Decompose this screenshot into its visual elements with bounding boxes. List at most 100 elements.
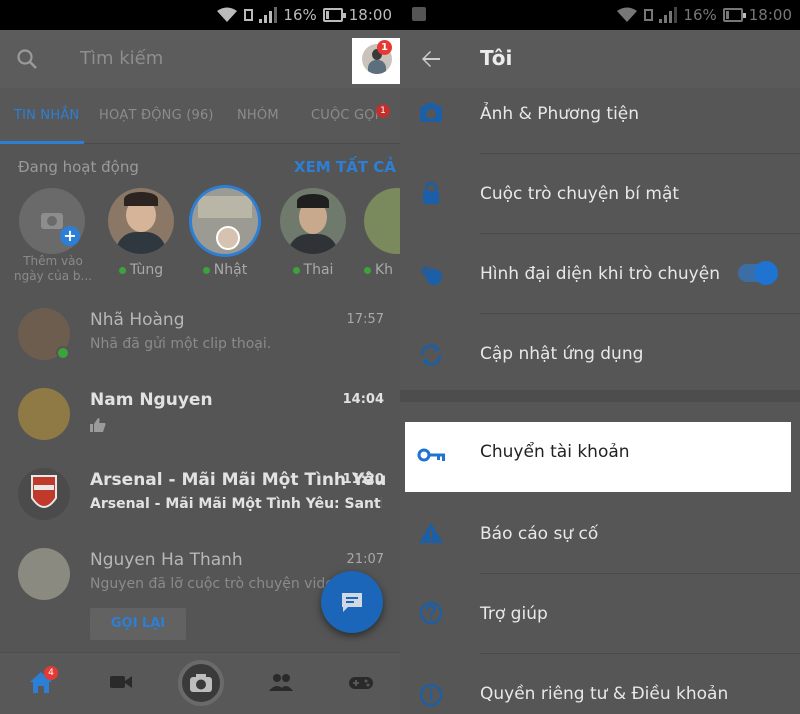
- info-icon: [419, 683, 443, 707]
- warning-icon: [419, 523, 443, 543]
- menu-item-report-problem[interactable]: Báo cáo sự cố: [400, 502, 800, 582]
- section-gap: [400, 390, 800, 402]
- gallery-notification-icon: [412, 7, 426, 21]
- conversation-time: 11:20: [342, 472, 384, 487]
- divider: [480, 153, 800, 154]
- menu-item-photos-media[interactable]: Ảnh & Phương tiện: [400, 82, 800, 162]
- conversation-time: 21:07: [346, 552, 384, 567]
- menu-item-label: Ảnh & Phương tiện: [480, 104, 640, 124]
- menu-item-label: Hình đại diện khi trò chuyện: [480, 264, 720, 284]
- camera-icon: [190, 674, 212, 692]
- battery-icon: [722, 8, 746, 22]
- refresh-icon: [420, 344, 442, 366]
- active-person[interactable]: Thai: [278, 188, 348, 278]
- page-title: Tôi: [480, 46, 513, 70]
- lock-icon: [423, 181, 439, 204]
- divider: [480, 573, 800, 574]
- add-plus-icon[interactable]: +: [60, 226, 80, 246]
- wifi-icon: [617, 7, 638, 22]
- like-icon: [90, 418, 106, 432]
- tab-messages[interactable]: TIN NHẮN: [14, 108, 79, 123]
- status-icons: 16% 18:00: [616, 6, 792, 24]
- clock: 18:00: [748, 6, 792, 24]
- conversation-name: Nguyen Ha Thanh: [90, 550, 243, 570]
- back-arrow-icon[interactable]: [420, 48, 442, 70]
- menu-item-label: Trợ giúp: [480, 604, 548, 624]
- tab-calls[interactable]: CUỘC GỌI: [311, 108, 379, 123]
- active-person-avatar[interactable]: [192, 188, 258, 254]
- signal-icon: [259, 7, 278, 23]
- people-icon[interactable]: [268, 669, 294, 695]
- active-person-avatar[interactable]: [364, 188, 400, 254]
- menu-item-label: Báo cáo sự cố: [480, 524, 599, 544]
- battery-percent: 16%: [283, 6, 317, 24]
- conversation-time: 14:04: [342, 392, 384, 407]
- new-message-button[interactable]: [321, 571, 383, 633]
- battery-icon: [322, 8, 346, 22]
- tab-indicator: [0, 141, 84, 144]
- tab-bar: TIN NHẮN HOẠT ĐỘNG (96) NHÓM CUỘC GỌI 1: [0, 88, 400, 144]
- menu-item-switch-account[interactable]: Chuyển tài khoản: [405, 422, 791, 492]
- compose-icon: [342, 593, 362, 612]
- active-person-avatar[interactable]: [280, 188, 346, 254]
- online-dot: [364, 266, 371, 274]
- tab-groups[interactable]: NHÓM: [237, 108, 279, 123]
- messenger-home-screen: 16% 18:00 Tìm kiếm 1 TIN NHẮN HOẠT ĐỘNG …: [0, 0, 400, 714]
- home-badge: 4: [44, 666, 58, 680]
- chat-heads-toggle[interactable]: [738, 261, 778, 285]
- menu-item-help[interactable]: Trợ giúp: [400, 582, 800, 662]
- active-person[interactable]: Tùng: [106, 188, 176, 278]
- conversation-name: Nam Nguyen: [90, 390, 213, 410]
- search-icon[interactable]: [16, 48, 38, 70]
- battery-percent: 16%: [683, 6, 717, 24]
- divider: [480, 313, 800, 314]
- active-person-name: Nhật: [213, 262, 248, 278]
- active-person-name: Thai: [303, 262, 334, 278]
- app-bar: Tôi: [400, 30, 800, 88]
- menu-item-label: Cuộc trò chuyện bí mật: [480, 184, 680, 204]
- conversation-preview: Arsenal - Mãi Mãi Một Tình Yêu: Santi C.…: [90, 496, 382, 512]
- active-person[interactable]: Kh: [362, 188, 400, 278]
- sim-icon: [244, 9, 254, 21]
- see-all-link[interactable]: XEM TẤT CẢ: [294, 158, 396, 176]
- add-story-label: Thêm vào ngày của b...: [14, 254, 92, 283]
- active-person[interactable]: Nhật: [190, 188, 260, 278]
- me-settings-screen: 16% 18:00 Tôi Ảnh & Phương tiện Cuộc trò…: [400, 0, 800, 714]
- tab-calls-badge: 1: [376, 104, 390, 118]
- video-call-icon[interactable]: [108, 669, 134, 695]
- online-dot: [202, 266, 210, 274]
- search-bar[interactable]: Tìm kiếm: [0, 30, 400, 88]
- conversation-name: Nhã Hoàng: [90, 310, 185, 330]
- signal-icon: [659, 7, 678, 23]
- menu-item-label: Chuyển tài khoản: [480, 442, 630, 462]
- tab-activity[interactable]: HOẠT ĐỘNG (96): [99, 108, 214, 123]
- conversation-time: 17:57: [346, 312, 384, 327]
- menu-item-chat-heads[interactable]: Hình đại diện khi trò chuyện: [400, 242, 800, 322]
- status-bar: 16% 18:00: [0, 0, 400, 30]
- active-person-name: Tùng: [129, 262, 164, 278]
- conversation-row[interactable]: Nam Nguyen 14:04: [0, 380, 400, 460]
- conversation-row[interactable]: Arsenal - Mãi Mãi Một Tình Yêu Arsenal -…: [0, 460, 400, 540]
- active-now-title: Đang hoạt động: [18, 158, 139, 176]
- search-input[interactable]: Tìm kiếm: [80, 48, 163, 69]
- sim-icon: [644, 9, 654, 21]
- active-person-avatar[interactable]: [108, 188, 174, 254]
- wifi-icon: [217, 7, 238, 22]
- key-icon: [417, 448, 445, 462]
- menu-item-label: Cập nhật ứng dụng: [480, 344, 644, 364]
- call-back-button[interactable]: GỌI LẠI: [90, 608, 186, 640]
- games-icon[interactable]: [348, 669, 374, 695]
- online-dot: [118, 266, 126, 274]
- menu-item-privacy-terms[interactable]: Quyền riêng tư & Điều khoản: [400, 662, 800, 714]
- conversation-avatar: [18, 388, 70, 440]
- help-icon: [419, 601, 443, 625]
- status-icons: 16% 18:00: [216, 6, 392, 24]
- online-indicator: [56, 346, 70, 360]
- divider: [480, 233, 800, 234]
- menu-item-secret-conversations[interactable]: Cuộc trò chuyện bí mật: [400, 162, 800, 242]
- divider: [480, 653, 800, 654]
- arsenal-logo: [18, 468, 70, 520]
- camera-button[interactable]: [178, 660, 224, 706]
- conversation-row[interactable]: Nhã Hoàng Nhã đã gửi một clip thoại. 17:…: [0, 300, 400, 380]
- menu-item-label: Quyền riêng tư & Điều khoản: [480, 684, 729, 704]
